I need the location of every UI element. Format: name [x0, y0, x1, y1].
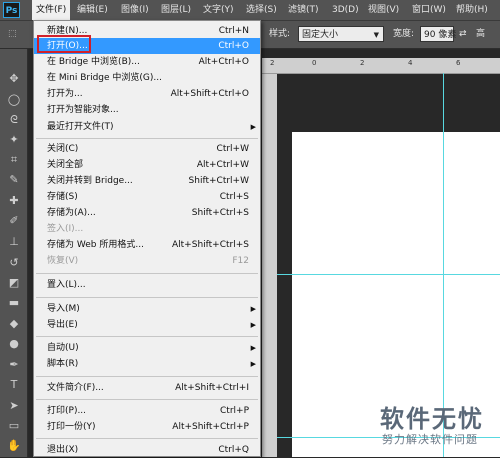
menu-item-file-info[interactable]: 文件简介(F)... Alt+Shift+Ctrl+I [34, 380, 260, 396]
submenu-arrow-icon: ▶ [250, 321, 256, 329]
spot-healing-tool-icon[interactable]: ✚ [6, 193, 22, 209]
watermark-title: 软件无忧 [380, 405, 484, 433]
swap-icon[interactable]: ⇄ [459, 21, 467, 48]
move-tool-icon[interactable]: ✥ [6, 71, 22, 87]
menu-edit[interactable]: 编辑(E) [73, 0, 112, 20]
width-field[interactable]: 90 像素 [420, 26, 456, 42]
menu-item-print[interactable]: 打印(P)... Ctrl+P [34, 403, 260, 419]
rectangle-tool-icon[interactable]: ▭ [6, 418, 22, 434]
hand-tool-icon[interactable]: ✋ [6, 438, 22, 454]
ruler-tick: 2 [360, 59, 365, 67]
lasso-tool-icon[interactable]: ᘓ [6, 112, 22, 128]
menu-separator [36, 336, 258, 337]
height-label: 高 [476, 29, 486, 39]
menu-item-close[interactable]: 关闭(C) Ctrl+W [34, 141, 260, 157]
menu-separator [36, 399, 258, 400]
vertical-ruler [262, 74, 277, 457]
menu-view[interactable]: 视图(V) [364, 0, 403, 20]
menu-item-check-in: 签入(I)... [47, 224, 84, 234]
menu-image[interactable]: 图像(I) [117, 0, 153, 20]
menu-item-place[interactable]: 置入(L)... [34, 277, 260, 293]
submenu-arrow-icon: ▶ [250, 360, 256, 368]
path-selection-tool-icon[interactable]: ➤ [6, 398, 22, 414]
history-brush-tool-icon[interactable]: ↺ [6, 255, 22, 271]
gradient-tool-icon[interactable]: ▬ [6, 295, 22, 311]
menu-item-close-goto-bridge[interactable]: 关闭并转到 Bridge... Shift+Ctrl+W [34, 173, 260, 189]
menu-item-scripts[interactable]: 脚本(R) ▶ [34, 356, 260, 372]
menu-item-save-for-web[interactable]: 存储为 Web 所用格式... Alt+Shift+Ctrl+S [34, 237, 260, 253]
menu-separator [36, 376, 258, 377]
menu-layer[interactable]: 图层(L) [157, 0, 195, 20]
menu-item-import[interactable]: 导入(M) ▶ [34, 301, 260, 317]
tools-panel: ✥ ◯ ᘓ ✦ ⌗ ✎ ✚ ✐ ⊥ ↺ ◩ ▬ ◆ ● ✒ T ➤ ▭ ✋ [0, 49, 28, 457]
menu-separator [36, 273, 258, 274]
eyedropper-tool-icon[interactable]: ✎ [6, 172, 22, 188]
blur-tool-icon[interactable]: ◆ [6, 316, 22, 332]
style-label: 样式: [269, 29, 291, 39]
menu-separator [36, 138, 258, 139]
eraser-tool-icon[interactable]: ◩ [6, 275, 22, 291]
clone-stamp-tool-icon[interactable]: ⊥ [6, 234, 22, 250]
menu-bar: Ps 文件(F) 编辑(E) 图像(I) 图层(L) 文字(Y) 选择(S) 滤… [0, 0, 500, 21]
menu-window[interactable]: 窗口(W) [408, 0, 450, 20]
menu-filter[interactable]: 滤镜(T) [284, 0, 323, 20]
menu-type[interactable]: 文字(Y) [199, 0, 238, 20]
submenu-arrow-icon: ▶ [250, 305, 256, 313]
menu-3d[interactable]: 3D(D) [328, 0, 363, 20]
menu-item-save[interactable]: 存储(S) Ctrl+S [34, 189, 260, 205]
menu-item-recent-files[interactable]: 最近打开文件(T) ▶ [34, 119, 260, 135]
dodge-tool-icon[interactable]: ● [6, 336, 22, 352]
menu-item-export[interactable]: 导出(E) ▶ [34, 317, 260, 333]
pen-tool-icon[interactable]: ✒ [6, 357, 22, 373]
width-label: 宽度: [393, 29, 415, 39]
menu-item-open-smart-object[interactable]: 打开为智能对象... [34, 102, 260, 118]
elliptical-marquee-tool-icon[interactable]: ◯ [6, 92, 22, 108]
menu-item-open-as[interactable]: 打开为... Alt+Shift+Ctrl+O [34, 86, 260, 102]
guide-line [277, 274, 500, 275]
menu-separator [36, 297, 258, 298]
menu-item-browse-bridge[interactable]: 在 Bridge 中浏览(B)... Alt+Ctrl+O [34, 54, 260, 70]
file-menu-dropdown: 新建(N)... Ctrl+N 打开(O)... Ctrl+O 在 Bridge 中… [33, 20, 261, 457]
menu-item-revert: 恢复(V) F12 [47, 256, 249, 266]
menu-item-save-as[interactable]: 存储为(A)... Shift+Ctrl+S [34, 205, 260, 221]
menu-item-automate[interactable]: 自动(U) ▶ [34, 340, 260, 356]
menu-item-exit[interactable]: 退出(X) Ctrl+Q [34, 442, 260, 458]
style-select[interactable]: 固定大小 ▼ [298, 26, 384, 42]
ruler-tick: 6 [456, 59, 461, 67]
menu-item-close-all[interactable]: 关闭全部 Alt+Ctrl+W [34, 157, 260, 173]
photoshop-logo: Ps [3, 2, 20, 18]
menu-file[interactable]: 文件(F) [32, 0, 71, 20]
submenu-arrow-icon: ▶ [250, 123, 256, 131]
chevron-down-icon: ▼ [373, 31, 379, 39]
ruler-tick: 4 [408, 59, 413, 67]
ruler-tick: 2 [270, 59, 275, 67]
crop-tool-icon[interactable]: ⌗ [6, 152, 22, 168]
menu-separator [36, 438, 258, 439]
menu-select[interactable]: 选择(S) [242, 0, 281, 20]
style-value: 固定大小 [302, 30, 339, 40]
type-tool-icon[interactable]: T [6, 377, 22, 393]
ruler-tick: 0 [312, 59, 317, 67]
horizontal-ruler: 2 0 2 4 6 [262, 58, 500, 74]
submenu-arrow-icon: ▶ [250, 344, 256, 352]
menu-help[interactable]: 帮助(H) [452, 0, 492, 20]
brush-tool-icon[interactable]: ✐ [6, 213, 22, 229]
magic-wand-tool-icon[interactable]: ✦ [6, 132, 22, 148]
menu-item-print-one-copy[interactable]: 打印一份(Y) Alt+Shift+Ctrl+P [34, 419, 260, 435]
marquee-options-icon[interactable]: ⬚ [8, 21, 17, 48]
menu-item-browse-mini-bridge[interactable]: 在 Mini Bridge 中浏览(G)... [34, 70, 260, 86]
annotation-highlight-box [37, 35, 91, 53]
watermark-subtitle: 努力解决软件问题 [382, 433, 478, 446]
